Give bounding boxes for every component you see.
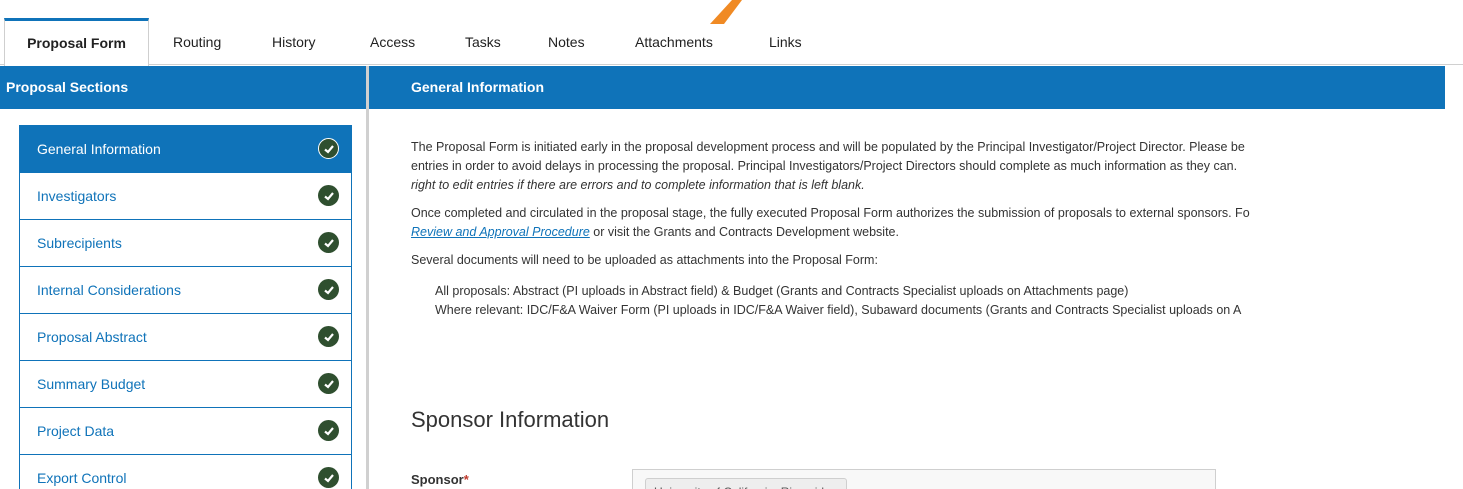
tab-access[interactable]: Access bbox=[370, 34, 415, 65]
sidebar-item-proposal-abstract[interactable]: Proposal Abstract bbox=[19, 314, 352, 361]
section-title-sponsor-information: Sponsor Information bbox=[411, 407, 610, 432]
proposal-sections-nav: General Information Investigators Subrec… bbox=[19, 125, 352, 489]
sponsor-label-text: Sponsor bbox=[411, 472, 464, 487]
intro-text: right to edit entries if there are error… bbox=[411, 178, 865, 192]
check-circle-icon bbox=[318, 138, 339, 159]
tab-tasks[interactable]: Tasks bbox=[465, 34, 501, 65]
sidebar-item-subrecipients[interactable]: Subrecipients bbox=[19, 220, 352, 267]
sidebar-item-label: Proposal Abstract bbox=[37, 329, 147, 345]
authorization-text-rest: or visit the Grants and Contracts Develo… bbox=[589, 225, 899, 239]
attachments-paragraph: Several documents will need to be upload… bbox=[411, 253, 878, 267]
check-circle-icon bbox=[318, 326, 339, 347]
tab-notes[interactable]: Notes bbox=[548, 34, 585, 65]
sidebar-item-summary-budget[interactable]: Summary Budget bbox=[19, 361, 352, 408]
sidebar-header: Proposal Sections bbox=[0, 66, 366, 109]
intro-text: The Proposal Form is initiated early in … bbox=[411, 140, 1245, 154]
pointer-arrow-icon bbox=[710, 0, 742, 24]
sidebar-item-label: General Information bbox=[37, 141, 161, 157]
check-circle-icon bbox=[318, 232, 339, 253]
required-indicator: * bbox=[463, 472, 469, 487]
sidebar-item-general-information[interactable]: General Information bbox=[19, 125, 352, 173]
authorization-paragraph: Once completed and circulated in the pro… bbox=[411, 204, 1451, 242]
tab-history[interactable]: History bbox=[272, 34, 316, 65]
tab-links[interactable]: Links bbox=[769, 34, 802, 65]
check-circle-icon bbox=[318, 420, 339, 441]
sponsor-select[interactable]: University of California, Riverside bbox=[632, 469, 1216, 489]
list-item: All proposals: Abstract (PI uploads in A… bbox=[435, 282, 1451, 301]
sidebar-item-project-data[interactable]: Project Data bbox=[19, 408, 352, 455]
attachment-requirements-list: All proposals: Abstract (PI uploads in A… bbox=[435, 282, 1451, 320]
tab-bar: Proposal Form Routing History Access Tas… bbox=[0, 0, 1463, 66]
sidebar-item-label: Export Control bbox=[37, 470, 127, 486]
tab-attachments[interactable]: Attachments bbox=[635, 34, 713, 65]
intro-paragraph: The Proposal Form is initiated early in … bbox=[411, 138, 1451, 195]
panel-divider bbox=[366, 66, 369, 489]
sidebar-item-label: Project Data bbox=[37, 423, 115, 439]
sidebar-item-label: Summary Budget bbox=[37, 376, 146, 392]
intro-text: entries in order to avoid delays in proc… bbox=[411, 159, 1238, 173]
sidebar-item-label: Subrecipients bbox=[37, 235, 122, 251]
authorization-text: Once completed and circulated in the pro… bbox=[411, 206, 1250, 220]
sidebar-item-internal-considerations[interactable]: Internal Considerations bbox=[19, 267, 352, 314]
check-circle-icon bbox=[318, 467, 339, 488]
check-circle-icon bbox=[318, 279, 339, 300]
check-circle-icon bbox=[318, 185, 339, 206]
general-information-content: The Proposal Form is initiated early in … bbox=[411, 138, 1451, 320]
sidebar-item-label: Internal Considerations bbox=[37, 282, 181, 298]
main-header: General Information bbox=[369, 66, 1445, 109]
review-approval-procedure-link[interactable]: Review and Approval Procedure bbox=[411, 225, 590, 239]
sponsor-label: Sponsor* bbox=[411, 472, 469, 487]
check-circle-icon bbox=[318, 373, 339, 394]
sidebar-item-label: Investigators bbox=[37, 188, 117, 204]
sponsor-selected-value[interactable]: University of California, Riverside bbox=[645, 478, 847, 489]
sidebar-item-export-control[interactable]: Export Control bbox=[19, 455, 352, 489]
sidebar-item-investigators[interactable]: Investigators bbox=[19, 173, 352, 220]
list-item: Where relevant: IDC/F&A Waiver Form (PI … bbox=[435, 301, 1451, 320]
tab-routing[interactable]: Routing bbox=[173, 34, 221, 65]
tab-proposal-form[interactable]: Proposal Form bbox=[4, 18, 149, 66]
